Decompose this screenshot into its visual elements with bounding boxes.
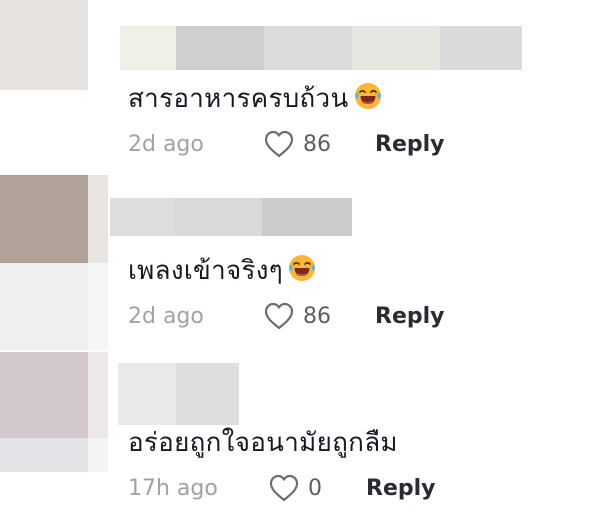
laughing-tears-emoji [289, 255, 316, 281]
comment-meta: 2d ago 86 Reply [128, 300, 445, 332]
reply-button[interactable]: Reply [366, 476, 436, 501]
comment-text: สารอาหารครบถ้วน [128, 78, 383, 119]
comment-meta: 2d ago 86 Reply [128, 128, 445, 160]
comment-time: 17h ago [128, 475, 218, 501]
username-blurred[interactable] [118, 363, 239, 425]
like-button[interactable]: 86 [263, 301, 331, 331]
reply-button[interactable]: Reply [375, 304, 445, 329]
avatar[interactable] [0, 175, 108, 350]
heart-icon [269, 474, 299, 502]
avatar[interactable] [0, 352, 108, 472]
like-count: 0 [308, 475, 322, 501]
heart-icon [264, 130, 294, 158]
comment-body: สารอาหารครบถ้วน [128, 84, 349, 114]
like-count: 86 [303, 131, 331, 157]
comment-meta: 17h ago 0 Reply [128, 472, 436, 504]
like-count: 86 [303, 303, 331, 329]
comment-time: 2d ago [128, 303, 204, 329]
comment-body: เพลงเข้าจริงๆ [128, 256, 284, 286]
username-blurred[interactable] [110, 198, 352, 236]
like-button[interactable]: 86 [263, 129, 331, 159]
username-blurred[interactable] [120, 26, 522, 70]
laughing-tears-emoji [354, 83, 381, 109]
reply-button[interactable]: Reply [375, 132, 445, 157]
heart-icon [264, 302, 294, 330]
like-button[interactable]: 0 [268, 473, 322, 503]
comment-time: 2d ago [128, 131, 204, 157]
comment-text: เพลงเข้าจริงๆ [128, 250, 317, 291]
comment-body: อร่อยถูกใจอนามัยถูกลืม [128, 428, 398, 458]
avatar[interactable] [0, 0, 88, 90]
comment-text: อร่อยถูกใจอนามัยถูกลืม [128, 422, 398, 463]
